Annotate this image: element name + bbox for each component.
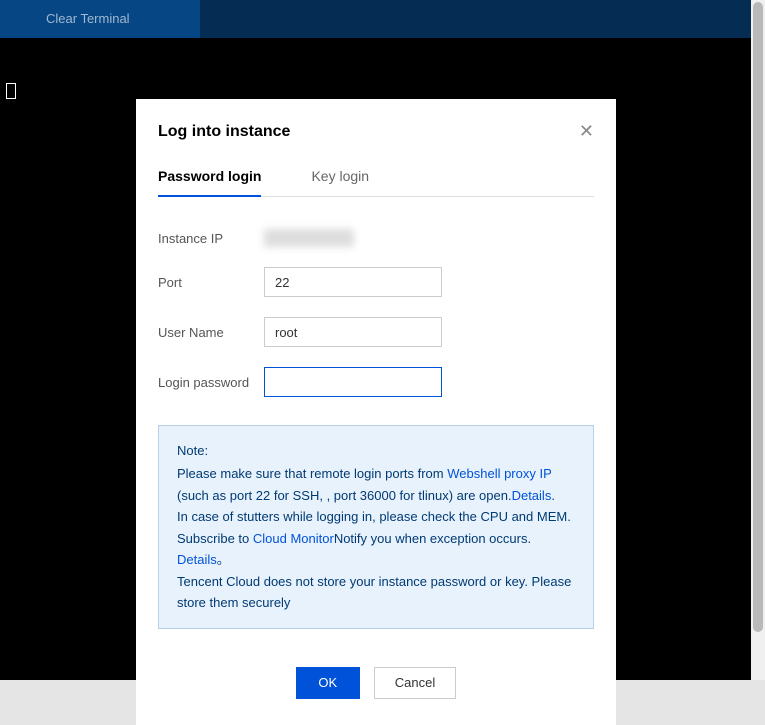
note-box: Note: Please make sure that remote login… — [158, 425, 594, 629]
port-row: Port — [158, 267, 594, 297]
tab-password-login[interactable]: Password login — [158, 168, 261, 197]
header-bar: Clear Terminal — [0, 0, 751, 38]
username-input[interactable] — [264, 317, 442, 347]
modal-header: Log into instance ✕ — [136, 99, 616, 142]
note-text-1end: . — [551, 488, 555, 503]
note-text-1b: (such as port 22 for SSH, , port 36000 f… — [177, 488, 512, 503]
close-icon[interactable]: ✕ — [579, 121, 594, 142]
webshell-proxy-link[interactable]: Webshell proxy IP — [447, 466, 551, 481]
scrollbar-track[interactable] — [751, 0, 765, 680]
note-text-2b: Notify you when exception occurs. — [334, 531, 531, 546]
modal-title: Log into instance — [158, 123, 290, 141]
instance-ip-label: Instance IP — [158, 231, 264, 246]
login-modal: Log into instance ✕ Password login Key l… — [136, 99, 616, 725]
tabs: Password login Key login — [158, 168, 594, 197]
password-label: Login password — [158, 375, 264, 390]
details-link-2[interactable]: Details — [177, 552, 217, 567]
port-label: Port — [158, 275, 264, 290]
note-text-3: Tencent Cloud does not store your instan… — [177, 574, 571, 610]
modal-footer: OK Cancel — [136, 629, 616, 725]
scrollbar-thumb[interactable] — [753, 2, 763, 632]
tab-key-login[interactable]: Key login — [311, 168, 369, 196]
cancel-button[interactable]: Cancel — [374, 667, 456, 699]
instance-ip-value — [264, 229, 354, 247]
username-label: User Name — [158, 325, 264, 340]
terminal-cursor — [6, 83, 16, 99]
note-text-1a: Please make sure that remote login ports… — [177, 466, 447, 481]
instance-ip-row: Instance IP — [158, 229, 594, 247]
password-row: Login password — [158, 367, 594, 397]
username-row: User Name — [158, 317, 594, 347]
password-input[interactable] — [264, 367, 442, 397]
details-link-1[interactable]: Details — [512, 488, 552, 503]
note-text-2end: 。 — [217, 552, 230, 567]
clear-terminal-button[interactable]: Clear Terminal — [0, 0, 200, 38]
login-form: Instance IP Port User Name Login passwor… — [136, 197, 616, 397]
ok-button[interactable]: OK — [296, 667, 360, 699]
port-input[interactable] — [264, 267, 442, 297]
cloud-monitor-link[interactable]: Cloud Monitor — [253, 531, 334, 546]
note-title: Note: — [177, 440, 575, 461]
